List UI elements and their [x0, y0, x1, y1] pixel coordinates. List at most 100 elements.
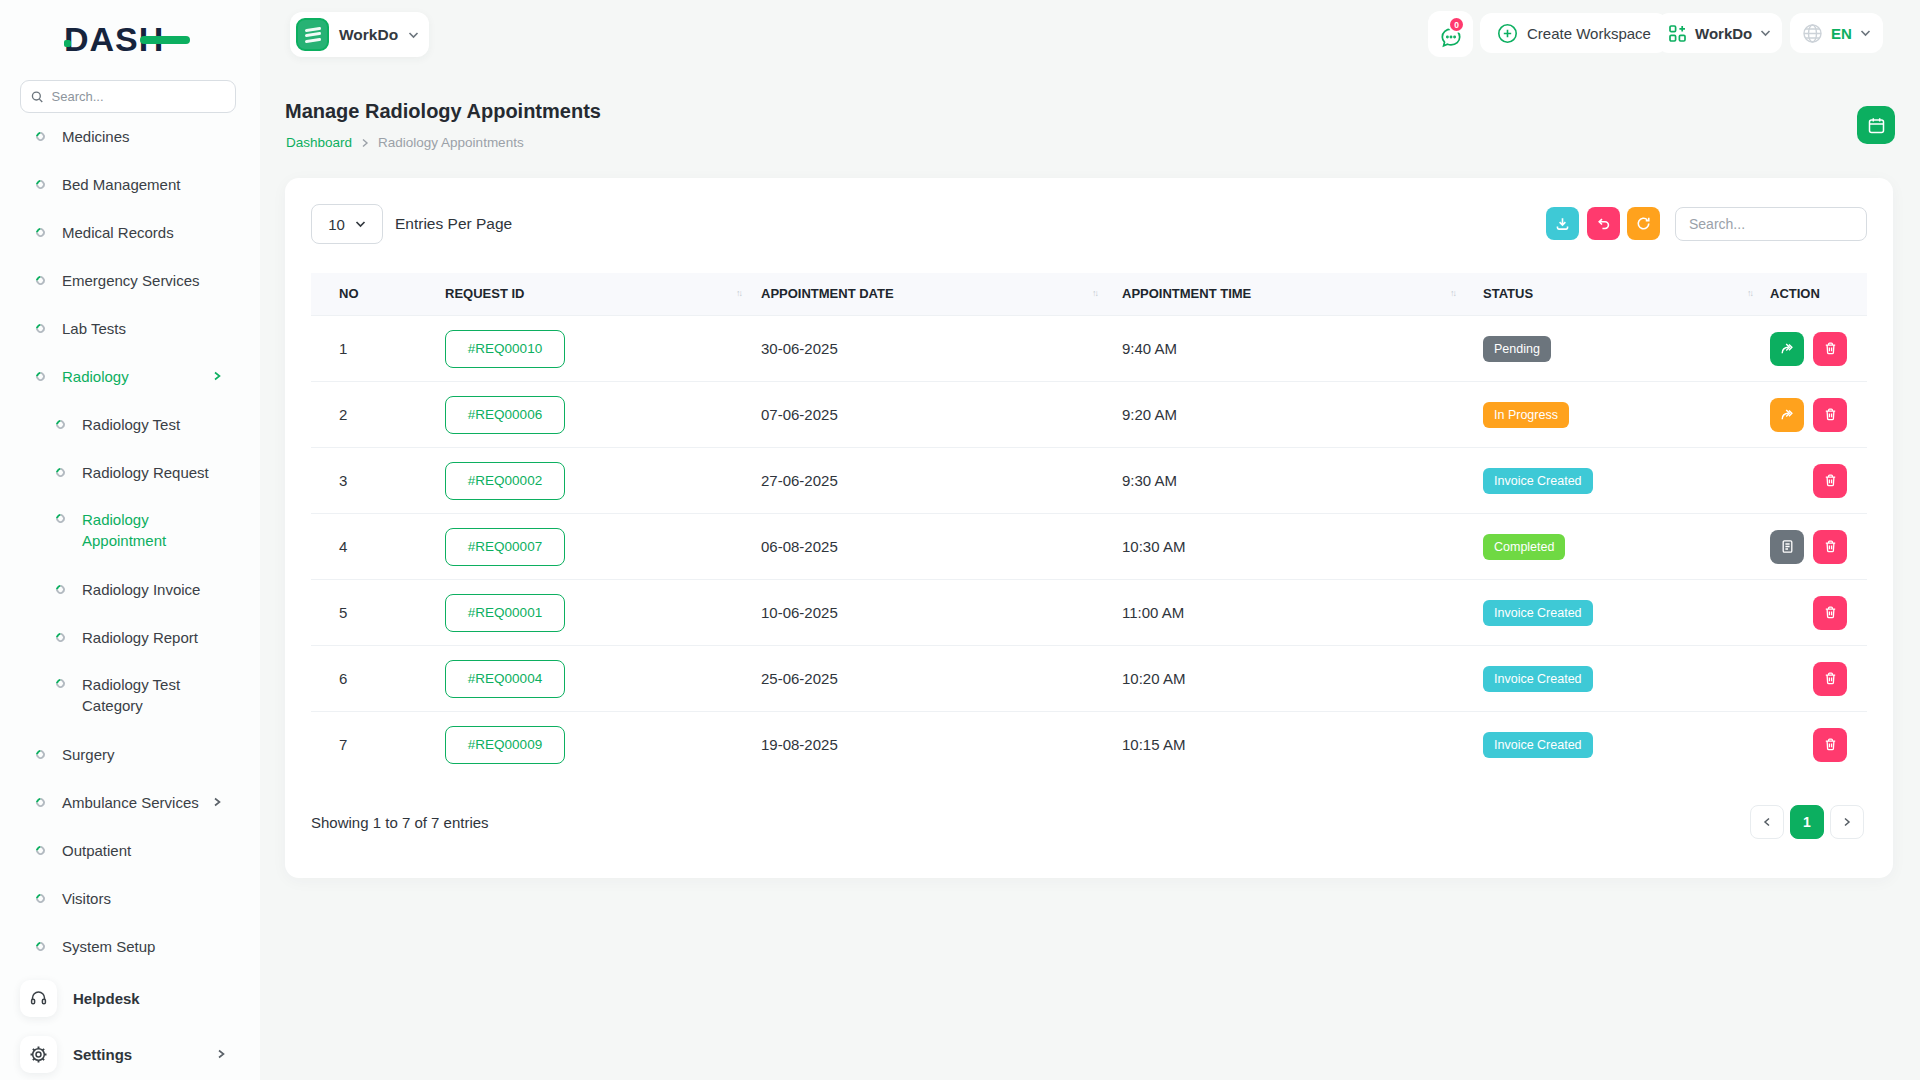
- sidebar-item-emergency-services[interactable]: Emergency Services: [0, 256, 260, 304]
- status-badge: Invoice Created: [1483, 468, 1593, 494]
- request-id-button[interactable]: #REQ00002: [445, 462, 565, 500]
- sort-icon: ↑↓: [1450, 288, 1455, 298]
- table-header-row: NO REQUEST ID↑↓ APPOINTMENT DATE↑↓ APPOI…: [311, 273, 1867, 315]
- cell-appointment-time: 9:20 AM: [1105, 381, 1463, 447]
- request-id-button[interactable]: #REQ00004: [445, 660, 565, 698]
- sidebar-item-visitors[interactable]: Visitors: [0, 874, 260, 922]
- logo-bar: [140, 36, 190, 44]
- sidebar-item-radiology-test[interactable]: Radiology Test: [0, 400, 260, 448]
- create-workspace-button[interactable]: Create Workspace: [1480, 13, 1668, 53]
- delete-button[interactable]: [1813, 332, 1847, 366]
- col-header-appointment-time[interactable]: APPOINTMENT TIME↑↓: [1105, 273, 1463, 315]
- export-button[interactable]: [1546, 207, 1579, 240]
- breadcrumb-dashboard-link[interactable]: Dashboard: [286, 135, 352, 150]
- request-id-button[interactable]: #REQ00010: [445, 330, 565, 368]
- invoice-button[interactable]: [1770, 530, 1804, 564]
- refresh-icon: [1636, 216, 1651, 231]
- globe-icon: [1802, 23, 1823, 44]
- sidebar-item-radiology-request[interactable]: Radiology Request: [0, 448, 260, 496]
- cell-action: [1760, 579, 1867, 645]
- sidebar: DASH Medicines Bed Management Medical Re…: [0, 0, 260, 1080]
- sidebar-item-radiology-report[interactable]: Radiology Report: [0, 613, 260, 661]
- cell-appointment-date: 25-06-2025: [749, 645, 1105, 711]
- workspace-dropdown[interactable]: WorkDo: [1657, 13, 1782, 53]
- col-header-request-id[interactable]: REQUEST ID↑↓: [431, 273, 749, 315]
- sidebar-item-radiology[interactable]: Radiology: [0, 352, 260, 400]
- table-row: 2#REQ0000607-06-20259:20 AMIn Progress: [311, 381, 1867, 447]
- refresh-button[interactable]: [1627, 207, 1660, 240]
- cell-status: Invoice Created: [1463, 579, 1760, 645]
- request-id-button[interactable]: #REQ00001: [445, 594, 565, 632]
- request-id-button[interactable]: #REQ00009: [445, 726, 565, 764]
- chevron-down-icon: [1860, 29, 1871, 37]
- take-action-button[interactable]: [1770, 332, 1804, 366]
- circle-icon: [34, 844, 47, 857]
- sidebar-item-system-setup[interactable]: System Setup: [0, 922, 260, 970]
- table-search-input[interactable]: [1689, 216, 1853, 232]
- delete-button[interactable]: [1813, 530, 1847, 564]
- cell-appointment-date: 30-06-2025: [749, 315, 1105, 381]
- sidebar-search-input[interactable]: [52, 89, 225, 104]
- pagination-prev[interactable]: [1750, 805, 1784, 839]
- col-header-no[interactable]: NO: [311, 273, 431, 315]
- delete-button[interactable]: [1813, 398, 1847, 432]
- table-row: 1#REQ0001030-06-20259:40 AMPending: [311, 315, 1867, 381]
- request-id-button[interactable]: #REQ00007: [445, 528, 565, 566]
- sidebar-item-radiology-test-category[interactable]: Radiology Test Category: [0, 661, 260, 730]
- reset-button[interactable]: [1587, 207, 1620, 240]
- download-icon: [1555, 216, 1570, 231]
- pagination-page-1[interactable]: 1: [1790, 805, 1824, 839]
- col-header-status[interactable]: STATUS↑↓: [1463, 273, 1760, 315]
- chevron-right-icon: [1843, 817, 1851, 827]
- sidebar-item-outpatient[interactable]: Outpatient: [0, 826, 260, 874]
- sidebar-item-medicines[interactable]: Medicines: [0, 112, 260, 160]
- sidebar-item-settings[interactable]: Settings: [0, 1028, 260, 1080]
- gear-icon: [29, 1045, 48, 1064]
- status-badge: Invoice Created: [1483, 600, 1593, 626]
- cell-status: Pending: [1463, 315, 1760, 381]
- sidebar-item-surgery[interactable]: Surgery: [0, 730, 260, 778]
- table-row: 4#REQ0000706-08-202510:30 AMCompleted: [311, 513, 1867, 579]
- circle-icon: [34, 892, 47, 905]
- delete-button[interactable]: [1813, 464, 1847, 498]
- col-header-appointment-date[interactable]: APPOINTMENT DATE↑↓: [749, 273, 1105, 315]
- circle-icon: [34, 178, 47, 191]
- forward-icon: [1780, 341, 1795, 356]
- sidebar-item-lab-tests[interactable]: Lab Tests: [0, 304, 260, 352]
- delete-button[interactable]: [1813, 728, 1847, 762]
- calendar-button[interactable]: [1857, 106, 1895, 144]
- sidebar-item-radiology-invoice[interactable]: Radiology Invoice: [0, 565, 260, 613]
- calendar-icon: [1867, 116, 1886, 135]
- cell-appointment-time: 10:15 AM: [1105, 711, 1463, 777]
- delete-button[interactable]: [1813, 596, 1847, 630]
- trash-icon: [1823, 407, 1838, 422]
- sidebar-item-medical-records[interactable]: Medical Records: [0, 208, 260, 256]
- take-action-button[interactable]: [1770, 398, 1804, 432]
- cell-appointment-date: 07-06-2025: [749, 381, 1105, 447]
- table-row: 7#REQ0000919-08-202510:15 AMInvoice Crea…: [311, 711, 1867, 777]
- sidebar-item-helpdesk[interactable]: Helpdesk: [0, 972, 260, 1024]
- pagination-next[interactable]: [1830, 805, 1864, 839]
- cell-appointment-time: 10:30 AM: [1105, 513, 1463, 579]
- sidebar-item-radiology-appointment[interactable]: Radiology Appointment: [0, 496, 260, 565]
- cell-status: In Progress: [1463, 381, 1760, 447]
- cell-appointment-date: 06-08-2025: [749, 513, 1105, 579]
- sidebar-item-ambulance-services[interactable]: Ambulance Services: [0, 778, 260, 826]
- delete-button[interactable]: [1813, 662, 1847, 696]
- trash-icon: [1823, 539, 1838, 554]
- workspace-chip[interactable]: WorkDo: [290, 12, 429, 57]
- circle-icon: [54, 631, 67, 644]
- appointments-table: NO REQUEST ID↑↓ APPOINTMENT DATE↑↓ APPOI…: [311, 273, 1867, 777]
- chat-button[interactable]: 0: [1428, 11, 1473, 57]
- trash-icon: [1823, 671, 1838, 686]
- sidebar-item-bed-management[interactable]: Bed Management: [0, 160, 260, 208]
- brand-logo[interactable]: DASH: [64, 20, 204, 62]
- cell-action: [1760, 513, 1867, 579]
- table-search[interactable]: [1675, 207, 1867, 241]
- language-dropdown[interactable]: EN: [1790, 13, 1883, 53]
- circle-icon: [34, 796, 47, 809]
- entries-per-page-select[interactable]: 10: [311, 204, 383, 244]
- circle-icon: [34, 274, 47, 287]
- sidebar-search[interactable]: [20, 80, 236, 113]
- request-id-button[interactable]: #REQ00006: [445, 396, 565, 434]
